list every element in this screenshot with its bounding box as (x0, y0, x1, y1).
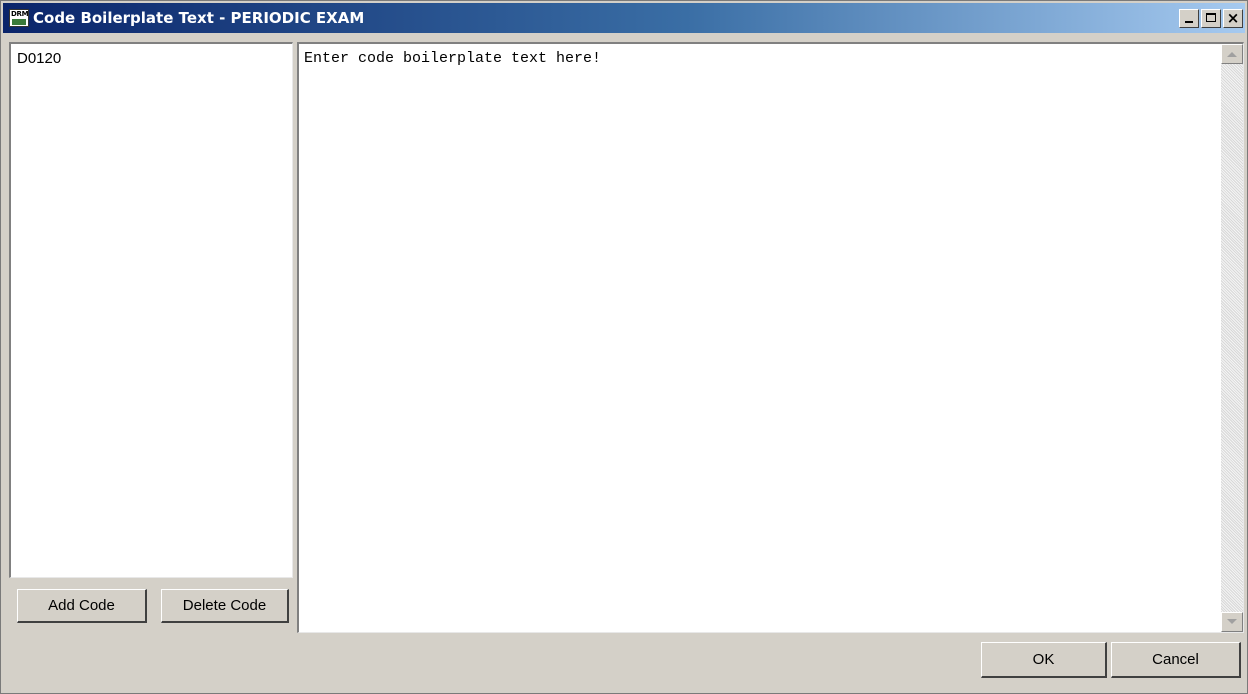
code-list-item[interactable]: D0120 (17, 50, 61, 67)
add-code-button[interactable]: Add Code (17, 589, 147, 623)
dialog-button-bar: OK Cancel (9, 635, 1245, 690)
code-panel: D0120 Add Code Delete Code (9, 42, 293, 632)
title-bar[interactable]: DRM Code Boilerplate Text - PERIODIC EXA… (3, 3, 1245, 33)
scroll-down-arrow-icon (1227, 619, 1237, 624)
maximize-button[interactable] (1201, 9, 1221, 28)
boilerplate-text-editor[interactable]: Enter code boilerplate text here! (297, 42, 1244, 633)
window-title: Code Boilerplate Text - PERIODIC EXAM (33, 9, 365, 27)
editor-text[interactable]: Enter code boilerplate text here! (304, 50, 601, 67)
app-icon-base (12, 19, 26, 25)
maximize-icon (1206, 13, 1216, 22)
code-list[interactable]: D0120 (9, 42, 293, 578)
app-icon-text: DRM (11, 10, 29, 18)
drm-app-icon: DRM (9, 9, 29, 27)
delete-code-button[interactable]: Delete Code (161, 589, 289, 623)
close-icon: × (1226, 9, 1240, 27)
cancel-button[interactable]: Cancel (1111, 642, 1241, 678)
scroll-down-button[interactable] (1221, 612, 1243, 632)
close-button[interactable]: × (1223, 9, 1243, 28)
minimize-button[interactable] (1179, 9, 1199, 28)
scroll-up-arrow-icon (1227, 52, 1237, 57)
vertical-scrollbar[interactable] (1221, 44, 1243, 632)
dialog-window: DRM Code Boilerplate Text - PERIODIC EXA… (0, 0, 1248, 694)
ok-button[interactable]: OK (981, 642, 1107, 678)
scroll-up-button[interactable] (1221, 44, 1243, 64)
minimize-icon (1185, 21, 1193, 23)
